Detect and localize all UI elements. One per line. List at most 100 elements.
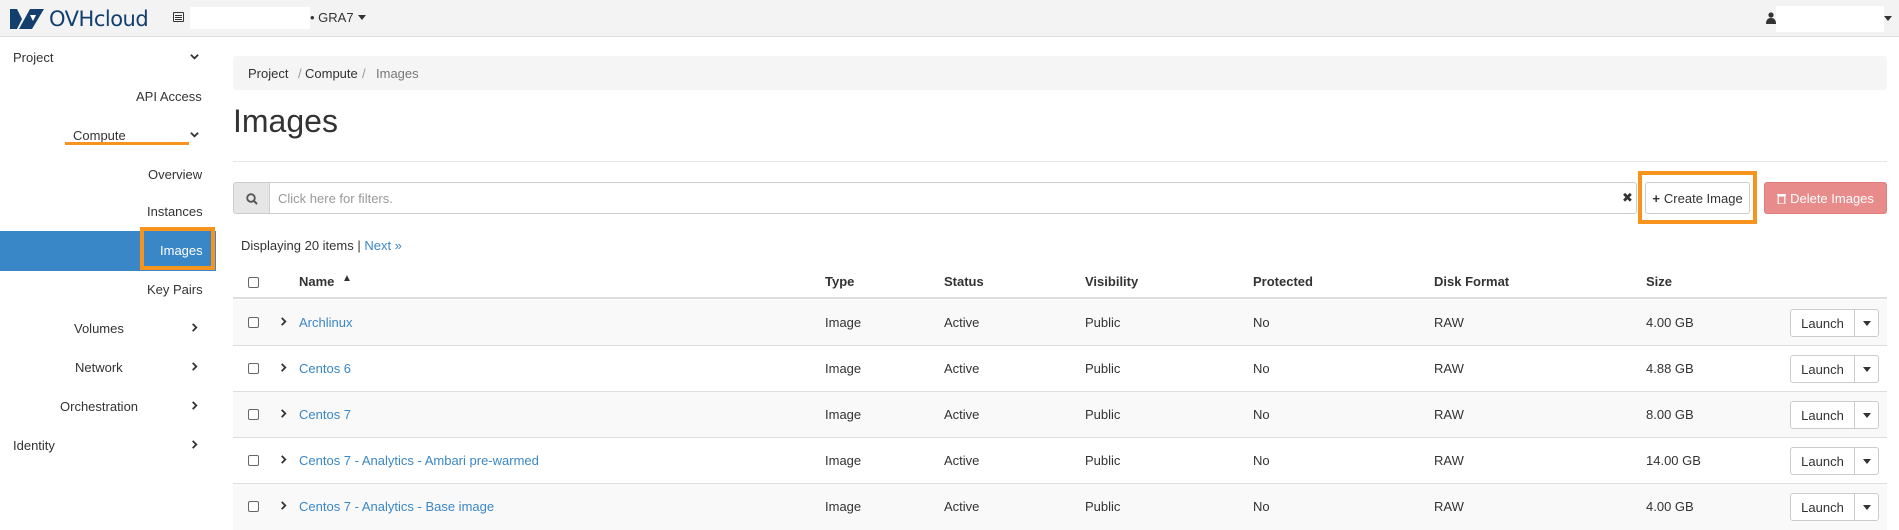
breadcrumb-separator: / [298,66,302,81]
sidebar-item-volumes[interactable]: Volumes [0,312,216,348]
user-icon [1766,12,1776,24]
highlight-underline [65,142,189,145]
launch-button-group: Launch [1790,309,1879,337]
project-icon [173,12,184,22]
column-protected[interactable]: Protected [1253,274,1313,289]
next-page-link[interactable]: Next » [364,238,402,253]
search-button[interactable] [233,182,270,214]
sidebar-item-label: Volumes [74,321,124,336]
sidebar-item-label: Identity [13,438,55,453]
chevron-right-icon[interactable] [279,363,288,372]
cell-protected: No [1253,315,1270,330]
launch-dropdown-toggle[interactable] [1855,401,1879,429]
cell-type: Image [825,361,862,376]
display-count: Displaying 20 items | [241,238,361,253]
top-navbar: OVHcloud • GRA7 [0,0,1899,37]
sidebar-item-label: Network [75,360,123,375]
close-icon[interactable]: ✖ [1622,190,1633,206]
cell-disk-format: RAW [1434,361,1464,376]
sidebar-item-compute[interactable]: Compute [0,119,216,155]
cell-type: Image [825,407,862,422]
cell-status: Active [944,407,980,422]
image-name-link[interactable]: Centos 7 [299,407,351,422]
image-name-link[interactable]: Archlinux [299,315,352,330]
sidebar-item-key-pairs[interactable]: Key Pairs [0,273,216,309]
filter-bar: ✖ [233,182,1637,214]
launch-button[interactable]: Launch [1790,493,1855,521]
filter-input[interactable] [269,182,1637,214]
chevron-right-icon[interactable] [279,501,288,510]
sidebar-item-identity[interactable]: Identity [0,429,216,465]
cell-visibility: Public [1085,499,1121,514]
select-all-checkbox[interactable] [248,277,259,288]
launch-dropdown-toggle[interactable] [1855,309,1879,337]
cell-status: Active [944,361,980,376]
image-name-link[interactable]: Centos 6 [299,361,351,376]
page-title: Images [233,103,338,139]
project-selector[interactable] [190,7,310,29]
cell-visibility: Public [1085,361,1121,376]
sort-asc-icon: ▲ [342,273,352,284]
launch-button[interactable]: Launch [1790,401,1855,429]
column-disk-format[interactable]: Disk Format [1434,274,1509,289]
breadcrumb-item-images: Images [376,66,419,81]
cell-protected: No [1253,361,1270,376]
caret-down-icon [1862,366,1871,372]
cell-protected: No [1253,499,1270,514]
launch-dropdown-toggle[interactable] [1855,493,1879,521]
launch-button[interactable]: Launch [1790,447,1855,475]
row-checkbox[interactable] [248,409,259,420]
launch-button[interactable]: Launch [1790,309,1855,337]
sidebar-item-project[interactable]: Project [0,41,216,77]
column-status[interactable]: Status [944,274,984,289]
launch-dropdown-toggle[interactable] [1855,447,1879,475]
chevron-down-icon [190,54,199,60]
row-checkbox[interactable] [248,501,259,512]
column-type[interactable]: Type [825,274,854,289]
launch-button-group: Launch [1790,401,1879,429]
row-checkbox[interactable] [248,363,259,374]
delete-images-button[interactable]: Delete Images [1764,182,1887,214]
highlight-box [140,227,215,270]
cell-status: Active [944,453,980,468]
image-name-link[interactable]: Centos 7 - Analytics - Ambari pre-warmed [299,453,539,468]
caret-down-icon [1884,16,1892,21]
cell-disk-format: RAW [1434,407,1464,422]
ovh-logo-icon [10,9,44,29]
table-header: Name ▲ Type Status Visibility Protected … [233,265,1887,299]
column-name[interactable]: Name [299,274,334,289]
launch-button[interactable]: Launch [1790,355,1855,383]
cell-visibility: Public [1085,453,1121,468]
cell-disk-format: RAW [1434,499,1464,514]
caret-down-icon [1862,458,1871,464]
region-selector[interactable]: • GRA7 [310,10,366,25]
column-size[interactable]: Size [1646,274,1672,289]
sidebar-item-instances[interactable]: Instances [0,195,216,231]
breadcrumb-item-project[interactable]: Project [248,66,288,81]
image-name-link[interactable]: Centos 7 - Analytics - Base image [299,499,494,514]
caret-down-icon [1862,320,1871,326]
launch-button-group: Launch [1790,447,1879,475]
cell-visibility: Public [1085,407,1121,422]
delete-images-label: Delete Images [1790,190,1874,206]
row-checkbox[interactable] [248,317,259,328]
sidebar-item-api-access[interactable]: API Access [0,80,216,116]
breadcrumb-item-compute[interactable]: Compute [305,66,358,81]
sidebar-item-orchestration[interactable]: Orchestration [0,390,216,426]
sidebar: Project API Access Compute Overview Inst… [0,37,216,529]
table-row: Centos 6 Image Active Public No RAW 4.88… [233,346,1887,392]
chevron-right-icon[interactable] [279,317,288,326]
launch-button-group: Launch [1790,493,1879,521]
user-menu[interactable] [1776,6,1884,32]
column-visibility[interactable]: Visibility [1085,274,1138,289]
caret-down-icon [1862,412,1871,418]
cell-disk-format: RAW [1434,453,1464,468]
sidebar-item-overview[interactable]: Overview [0,158,216,194]
cell-protected: No [1253,453,1270,468]
brand-logo[interactable]: OVHcloud [8,7,149,31]
chevron-right-icon[interactable] [279,455,288,464]
launch-dropdown-toggle[interactable] [1855,355,1879,383]
chevron-right-icon[interactable] [279,409,288,418]
row-checkbox[interactable] [248,455,259,466]
sidebar-item-network[interactable]: Network [0,351,216,387]
